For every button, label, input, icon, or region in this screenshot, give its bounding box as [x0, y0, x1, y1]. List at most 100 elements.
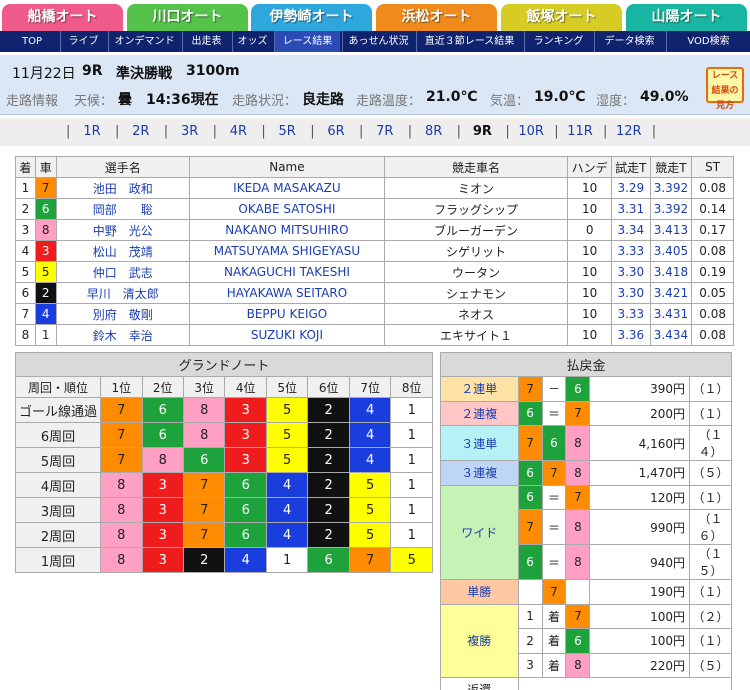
grand-note-position: 1位 [100, 376, 143, 398]
result-row: 1 7 池田 政和 IKEDA MASAKAZU ミオン 10 3.29 3.392 0.08 [15, 177, 734, 199]
grand-note-corner: 周回・順位 [14, 376, 102, 398]
race-link-9[interactable]: 9R [467, 124, 497, 139]
payout-car: 6 [565, 376, 591, 402]
rider-name-link[interactable]: 松山 茂靖 [55, 240, 191, 262]
grand-note-car: 3 [224, 397, 267, 423]
start-timing: 0.17 [691, 219, 734, 241]
race-link-4[interactable]: 4R [223, 124, 253, 139]
venue-tab-2[interactable]: 伊勢崎オート [251, 4, 372, 31]
bet-type-wide: ワイド [440, 484, 519, 580]
venue-tab-4[interactable]: 飯塚オート [501, 4, 622, 31]
nav-item-3[interactable]: 出走表 [182, 31, 230, 52]
car-number-badge: 6 [34, 198, 57, 220]
race-link-10[interactable]: 10R [516, 124, 546, 139]
grand-note-position: 8位 [390, 376, 433, 398]
grand-note-car: 7 [182, 497, 226, 523]
rider-romaji-link[interactable]: MATSUYAMA SHIGEYASU [189, 240, 385, 262]
grand-note-car: 1 [390, 447, 433, 473]
rider-romaji-link[interactable]: NAKAGUCHI TAKESHI [189, 261, 385, 283]
race-time: 3.431 [649, 303, 693, 325]
grand-note-car: 7 [182, 522, 226, 548]
col-bike: 競走車名 [383, 156, 569, 178]
race-link-1[interactable]: 1R [77, 124, 107, 139]
nav-item-9[interactable]: データ検索 [594, 31, 664, 52]
race-link-11[interactable]: 11R [565, 124, 595, 139]
nav-item-5[interactable]: レース結果 [274, 31, 340, 52]
rider-name-link[interactable]: 池田 政和 [55, 177, 191, 199]
grand-note-car: 8 [100, 472, 143, 498]
payout-car: 6 [517, 484, 543, 510]
rider-name-link[interactable]: 別府 敬剛 [55, 303, 191, 325]
race-separator: | [603, 124, 608, 139]
grand-note-position: 2位 [141, 376, 184, 398]
payout-car: 8 [565, 460, 591, 486]
grand-note-position: 7位 [348, 376, 392, 398]
race-time: 3.434 [649, 324, 693, 346]
car-number-badge: 4 [34, 303, 57, 325]
finish-place: 1 [517, 603, 543, 629]
payout-car: 7 [517, 376, 543, 402]
payout-row-tansho: 単勝 7 190円 （１） [440, 579, 733, 605]
bike-name: エキサイト１ [383, 324, 569, 346]
payout-car: 6 [517, 544, 543, 580]
grand-note-car: 1 [390, 497, 433, 523]
henkan-empty [517, 677, 733, 690]
grand-note-car: 8 [100, 497, 143, 523]
grand-note-car: 2 [307, 422, 350, 448]
bike-name: シェナモン [383, 282, 569, 304]
results-guide-button[interactable]: レース結果の見方 [706, 67, 744, 111]
nav-item-10[interactable]: VOD検索 [666, 31, 750, 52]
payout-amount: 190円 [589, 579, 690, 605]
payout-row-wide: ワイド 6 ＝ 7 120円 （１） [440, 484, 733, 580]
nav-item-0[interactable]: TOP [4, 31, 60, 52]
nav-item-4[interactable]: オッズ [232, 31, 272, 52]
col-name: Name [189, 156, 385, 178]
rider-romaji-link[interactable]: BEPPU KEIGO [189, 303, 385, 325]
rider-romaji-link[interactable]: IKEDA MASAKAZU [189, 177, 385, 199]
result-position: 2 [15, 198, 36, 220]
payout-amount: 200円 [589, 400, 690, 426]
race-link-3[interactable]: 3R [175, 124, 205, 139]
rider-name-link[interactable]: 岡部 聡 [55, 198, 191, 220]
rider-name-link[interactable]: 鈴木 幸治 [55, 324, 191, 346]
result-position: 6 [15, 282, 36, 304]
rider-romaji-link[interactable]: NAKANO MITSUHIRO [189, 219, 385, 241]
grand-note-car: 8 [100, 522, 143, 548]
nav-item-6[interactable]: あっせん状況 [342, 31, 414, 52]
race-separator: | [359, 124, 364, 139]
grand-note-car: 5 [348, 522, 392, 548]
trial-time: 3.30 [611, 282, 651, 304]
venue-tab-5[interactable]: 山陽オート [626, 4, 747, 31]
start-timing: 0.08 [691, 303, 734, 325]
payout-car: 6 [565, 628, 591, 654]
venue-tab-3[interactable]: 浜松オート [376, 4, 497, 31]
payout-car: 8 [565, 652, 591, 678]
nav-item-8[interactable]: ランキング [524, 31, 592, 52]
payout-amount: 4,160円 [589, 425, 690, 461]
rider-name-link[interactable]: 仲口 武志 [55, 261, 191, 283]
venue-tab-0[interactable]: 船橋オート [2, 4, 123, 31]
race-separator: | [310, 124, 315, 139]
payout-car: 7 [565, 400, 591, 426]
bet-type-sanrentan: ３連単 [440, 425, 519, 461]
race-link-7[interactable]: 7R [370, 124, 400, 139]
nav-item-1[interactable]: ライブ [60, 31, 106, 52]
grand-note-car: 2 [307, 397, 350, 423]
grand-note-car: 4 [265, 522, 309, 548]
race-separator: | [261, 124, 266, 139]
rider-name-link[interactable]: 中野 光公 [55, 219, 191, 241]
race-link-2[interactable]: 2R [126, 124, 156, 139]
car-number-badge: 1 [34, 324, 57, 346]
venue-tab-1[interactable]: 川口オート [127, 4, 248, 31]
race-link-6[interactable]: 6R [321, 124, 351, 139]
rider-romaji-link[interactable]: HAYAKAWA SEITARO [189, 282, 385, 304]
race-link-8[interactable]: 8R [419, 124, 449, 139]
race-link-5[interactable]: 5R [272, 124, 302, 139]
nav-item-7[interactable]: 直近３節レース結果 [416, 31, 522, 52]
rider-romaji-link[interactable]: OKABE SATOSHI [189, 198, 385, 220]
rider-name-link[interactable]: 早川 清太郎 [55, 282, 191, 304]
race-link-12[interactable]: 12R [614, 124, 644, 139]
payout-row-fukusho: 複勝 1 着 7 100円 （２） [440, 603, 733, 678]
rider-romaji-link[interactable]: SUZUKI KOJI [189, 324, 385, 346]
nav-item-2[interactable]: オンデマンド [108, 31, 180, 52]
